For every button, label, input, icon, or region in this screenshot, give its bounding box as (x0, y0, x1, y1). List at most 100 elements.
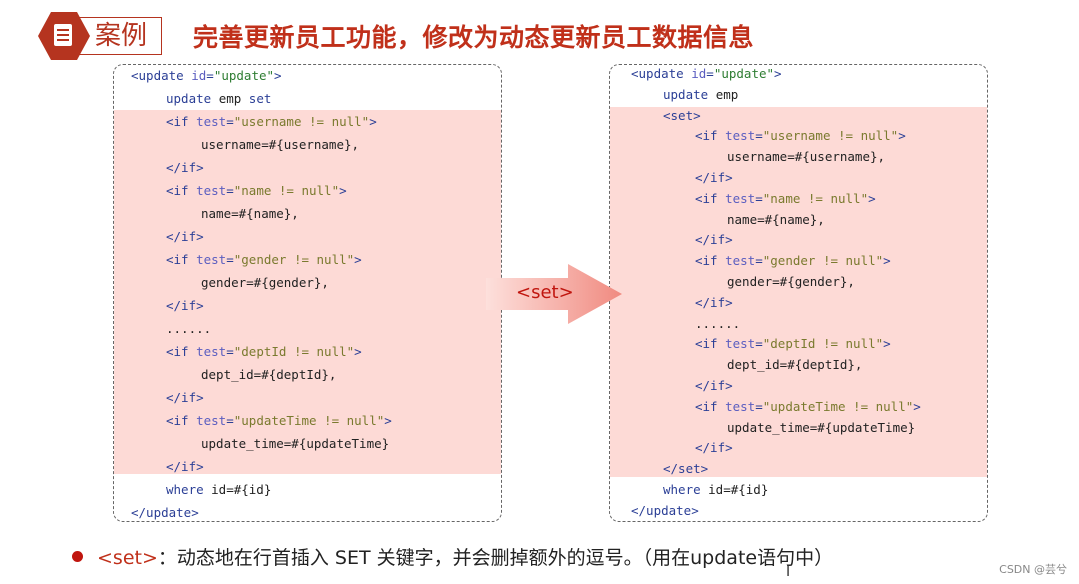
code-token: id=#{id} (708, 482, 769, 497)
code-token: "update" (213, 68, 275, 83)
code-token: > (883, 336, 891, 352)
code-token: id (191, 68, 207, 83)
code-token: gender=#{gender}, (727, 274, 855, 289)
code-line: <set> (663, 108, 701, 123)
code-token: = (226, 114, 234, 129)
code-token: "gender != null" (233, 252, 355, 267)
code-line: </update> (131, 505, 199, 520)
code-token: > (369, 114, 377, 129)
code-token: = (206, 68, 214, 83)
code-line: <if test="name != null"> (166, 183, 347, 198)
code-line: <if test="updateTime != null"> (695, 399, 921, 414)
arrow-label: <set> (516, 282, 574, 303)
code-token: > (274, 68, 282, 83)
code-token: update_time=#{updateTime} (201, 436, 390, 451)
code-line: update_time=#{updateTime} (201, 436, 389, 451)
note: <set>：动态地在行首插入 SET 关键字，并会删掉额外的逗号。（用在upda… (72, 543, 833, 570)
code-line: gender=#{gender}, (727, 274, 855, 289)
code-token: = (755, 128, 763, 144)
code-line: <if test="gender != null"> (695, 253, 891, 268)
code-token: id=#{id} (211, 482, 272, 497)
code-token: </if> (166, 390, 204, 405)
code-token: "updateTime != null" (762, 398, 914, 414)
code-line: <update id="update"> (131, 68, 282, 83)
code-line: ...... (695, 316, 740, 331)
code-token: test (196, 252, 227, 267)
code-line: </if> (166, 459, 204, 474)
code-token: </if> (695, 294, 733, 310)
code-line: </if> (695, 295, 733, 310)
code-token: dept_id=#{deptId}, (727, 357, 863, 373)
code-line: </if> (166, 298, 204, 313)
code-token: set (248, 91, 272, 106)
code-token: "update" (713, 66, 775, 81)
code-token: > (354, 252, 362, 267)
code-token: <if (166, 183, 197, 198)
note-text: ：动态地在行首插入 SET 关键字，并会删掉额外的逗号。（用在update语句中… (157, 547, 834, 569)
code-token: </update> (131, 505, 199, 520)
code-token: "gender != null" (762, 253, 884, 269)
code-line: </if> (695, 232, 733, 247)
code-token: emp (715, 86, 739, 102)
code-token: </if> (166, 229, 204, 244)
watermark: CSDN @芸兮 (999, 563, 1067, 576)
code-line: <if test="gender != null"> (166, 252, 362, 267)
code-token: <set> (663, 107, 701, 123)
code-token: "deptId != null" (233, 344, 355, 359)
code-token: <update (631, 66, 692, 81)
code-token: = (706, 66, 714, 81)
code-token: <if (695, 336, 726, 352)
code-line: <if test="deptId != null"> (695, 336, 891, 351)
code-token: "username != null" (233, 114, 370, 129)
code-token: test (725, 128, 756, 144)
code-line: </if> (695, 170, 733, 185)
code-line: <if test="username != null"> (695, 128, 906, 143)
code-token: "updateTime != null" (233, 413, 385, 428)
code-token: > (868, 190, 876, 206)
code-token: = (226, 413, 234, 428)
code-token: test (725, 398, 756, 414)
code-token: id (691, 66, 707, 81)
code-token: </update> (631, 502, 699, 518)
code-line: </set> (663, 461, 708, 476)
code-token: > (384, 413, 392, 428)
code-line: gender=#{gender}, (201, 275, 329, 290)
code-token: where (663, 482, 709, 497)
code-token: username=#{username}, (201, 137, 360, 152)
code-token: </set> (663, 461, 709, 477)
code-line: <if test="updateTime != null"> (166, 413, 392, 428)
code-before-panel: <update id="update"> update emp set <if te… (113, 64, 502, 522)
code-token: update (663, 86, 716, 102)
set-arrow: <set> (486, 262, 624, 326)
code-token: > (898, 128, 906, 144)
code-line: <if test="deptId != null"> (166, 344, 362, 359)
code-token: = (755, 336, 763, 352)
code-token: test (725, 336, 756, 352)
code-token: test (196, 413, 227, 428)
code-token: </if> (166, 459, 204, 474)
bullet-icon (72, 551, 83, 562)
code-token: = (226, 252, 234, 267)
code-token: name=#{name}, (727, 211, 825, 227)
code-token: <if (166, 413, 197, 428)
code-token: = (755, 190, 763, 206)
code-token: <if (166, 344, 197, 359)
text-cursor-icon: I (786, 564, 791, 580)
code-token: </if> (695, 440, 733, 456)
code-token: = (226, 183, 234, 198)
code-token: ...... (166, 321, 212, 336)
code-token: username=#{username}, (727, 149, 886, 165)
code-token: </if> (695, 232, 733, 248)
code-token: <update (131, 68, 192, 83)
code-after-panel: <update id="update"> update emp <set> <if t… (609, 64, 988, 522)
code-token: gender=#{gender}, (201, 275, 329, 290)
code-token: test (196, 344, 227, 359)
code-token: test (725, 253, 756, 269)
code-line: </update> (631, 503, 699, 518)
code-token: dept_id=#{deptId}, (201, 367, 337, 382)
code-line: </if> (166, 229, 204, 244)
code-token: test (196, 183, 227, 198)
code-token: where (166, 482, 212, 497)
code-line: <if test="name != null"> (695, 191, 876, 206)
code-line: username=#{username}, (727, 149, 885, 164)
